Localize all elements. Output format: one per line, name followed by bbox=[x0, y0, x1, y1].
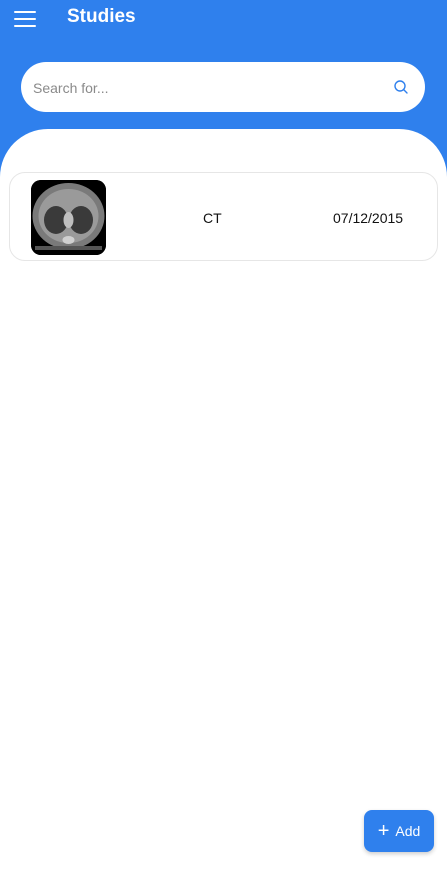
study-date: 07/12/2015 bbox=[333, 210, 404, 226]
search-input[interactable] bbox=[31, 62, 375, 114]
study-card[interactable]: CT 07/12/2015 bbox=[9, 172, 438, 261]
search-icon[interactable] bbox=[393, 79, 409, 95]
add-button-label: Add bbox=[395, 823, 421, 839]
add-button[interactable]: + Add bbox=[364, 810, 434, 852]
plus-icon: + bbox=[377, 820, 390, 842]
ct-scan-thumbnail bbox=[31, 180, 106, 255]
study-modality: CT bbox=[203, 210, 222, 226]
app-bar: Studies bbox=[0, 0, 447, 44]
page-title: Studies bbox=[67, 6, 136, 27]
menu-icon[interactable] bbox=[14, 9, 36, 27]
search-bar bbox=[21, 62, 425, 114]
